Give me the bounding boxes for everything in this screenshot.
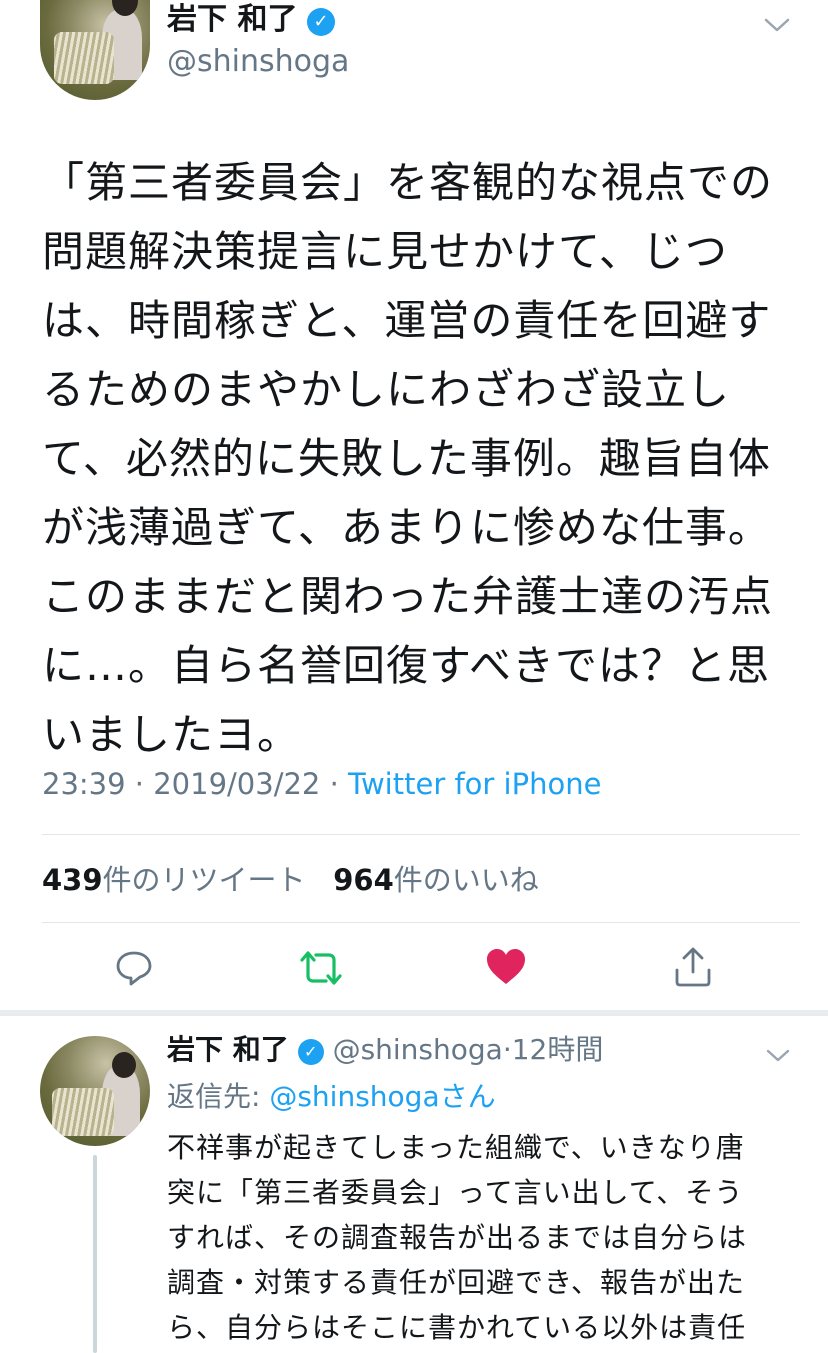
thread-line bbox=[93, 1155, 97, 1353]
reply-icon bbox=[116, 951, 152, 986]
retweets-stat[interactable]: 439件のリツイート bbox=[42, 863, 306, 897]
replying-to: 返信先: @shinshogaさん bbox=[167, 1079, 496, 1115]
replying-to-label: 返信先: bbox=[167, 1080, 270, 1113]
reply-separator: · bbox=[502, 1033, 512, 1066]
verified-badge-icon: ✓ bbox=[307, 8, 335, 36]
reply-handle[interactable]: @shinshoga bbox=[333, 1033, 503, 1066]
share-icon bbox=[675, 947, 711, 987]
like-button[interactable] bbox=[485, 947, 527, 987]
retweet-icon bbox=[300, 951, 342, 985]
retweet-button[interactable] bbox=[298, 948, 344, 988]
reply-time: 12時間 bbox=[511, 1033, 604, 1066]
divider-mid bbox=[42, 922, 800, 923]
likes-count: 964 bbox=[333, 863, 394, 897]
reply-chevron-down-icon[interactable] bbox=[766, 1044, 790, 1069]
meta-separator: · bbox=[134, 767, 145, 801]
tweet-text: 「第三者委員会」を客観的な視点での問題解決策提言に見せかけて、じつは、時間稼ぎと… bbox=[42, 158, 774, 759]
author-handle[interactable]: @shinshoga bbox=[167, 44, 349, 80]
chevron-down-icon[interactable] bbox=[764, 14, 790, 39]
reply-button[interactable] bbox=[114, 948, 154, 988]
likes-stat[interactable]: 964件のいいね bbox=[333, 863, 539, 897]
tweet-stats: 439件のリツイート 964件のいいね bbox=[42, 862, 539, 898]
section-separator bbox=[0, 1010, 828, 1016]
reply-header: 岩下 和了 ✓ @shinshoga·12時間 bbox=[167, 1032, 603, 1068]
divider-top bbox=[42, 834, 800, 835]
tweet-meta: 23:39 · 2019/03/22 · Twitter for iPhone bbox=[42, 766, 601, 802]
retweets-label: 件のリツイート bbox=[102, 863, 306, 897]
retweets-count: 439 bbox=[42, 863, 103, 897]
reply-verified-badge-icon: ✓ bbox=[297, 1039, 324, 1065]
reply-text: 不祥事が起きてしまった組織で、いきなり唐突に「第三者委員会」って言い出して、そう… bbox=[167, 1131, 748, 1344]
likes-label: 件のいいね bbox=[393, 863, 539, 897]
tweet-time: 23:39 bbox=[42, 767, 126, 801]
meta-separator-2: · bbox=[329, 767, 339, 801]
replying-to-link[interactable]: @shinshogaさん bbox=[269, 1080, 495, 1113]
author-avatar[interactable] bbox=[40, 0, 150, 100]
share-button[interactable] bbox=[673, 946, 713, 988]
tweet-date: 2019/03/22 bbox=[153, 767, 321, 801]
author-name[interactable]: 岩下 和了 bbox=[167, 2, 297, 37]
tweet-source-link[interactable]: Twitter for iPhone bbox=[348, 767, 601, 801]
reply-author-avatar[interactable] bbox=[40, 1036, 150, 1146]
author-line: 岩下 和了 ✓ bbox=[167, 2, 335, 38]
heart-icon bbox=[487, 949, 525, 984]
reply-author-name[interactable]: 岩下 和了 bbox=[167, 1033, 289, 1066]
